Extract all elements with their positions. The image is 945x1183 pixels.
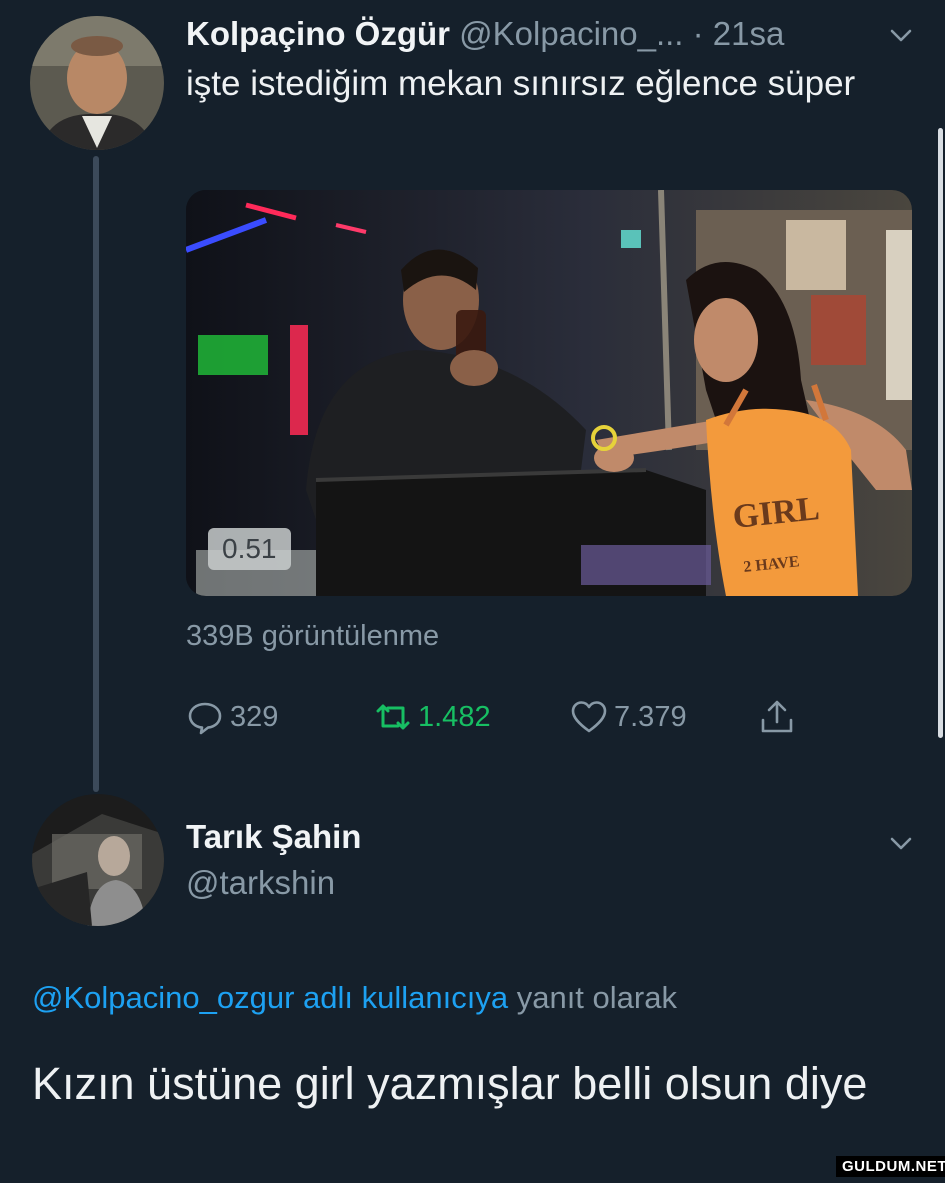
video-frame: GIRL 2 HAVE <box>186 190 912 596</box>
share-button[interactable] <box>758 698 802 736</box>
replying-to: @Kolpacino_ozgur adlı kullanıcıya yanıt … <box>32 980 677 1016</box>
chevron-down-icon[interactable] <box>888 830 914 856</box>
thread-connector-line <box>93 156 99 792</box>
reply-button[interactable]: 329 <box>186 698 278 736</box>
avatar-image <box>30 16 164 150</box>
like-button[interactable]: 7.379 <box>570 698 687 736</box>
author-name[interactable]: Kolpaçino Özgür <box>186 15 450 52</box>
chevron-down-icon[interactable] <box>888 22 914 48</box>
retweet-icon <box>376 704 410 730</box>
tweet-header: Kolpaçino Özgür @Kolpacino_... · 21sa <box>186 14 784 54</box>
speech-bubble-icon <box>188 702 222 735</box>
reply-author-handle[interactable]: @tarkshin <box>186 864 335 902</box>
retweet-count: 1.482 <box>418 700 491 733</box>
reply-count: 329 <box>230 700 279 733</box>
reply-text: Kızın üstüne girl yazmışlar belli olsun … <box>32 1058 868 1109</box>
heart-icon <box>571 701 607 733</box>
video-duration-badge: 0.51 <box>208 528 291 570</box>
tweet-video[interactable]: GIRL 2 HAVE <box>186 190 912 596</box>
retweet-button[interactable]: 1.482 <box>374 698 491 736</box>
like-count: 7.379 <box>614 700 687 733</box>
author-handle[interactable]: @Kolpacino_... <box>459 15 683 52</box>
reply-author-name[interactable]: Tarık Şahin <box>186 818 361 856</box>
avatar-image <box>32 794 164 926</box>
replying-to-suffix: yanıt olarak <box>508 980 677 1015</box>
watermark: GULDUM.NET <box>836 1156 945 1177</box>
view-count: 339B görüntülenme <box>186 620 440 652</box>
tweet-time[interactable]: · 21sa <box>693 15 785 52</box>
author-avatar[interactable] <box>30 16 164 150</box>
tweet-text: işte istediğim mekan sınırsız eğlence sü… <box>186 64 856 103</box>
replying-to-link[interactable]: @Kolpacino_ozgur adlı kullanıcıya <box>32 980 508 1015</box>
reply-author-avatar[interactable] <box>32 794 164 926</box>
scrollbar[interactable] <box>938 128 943 738</box>
share-icon <box>761 700 793 733</box>
